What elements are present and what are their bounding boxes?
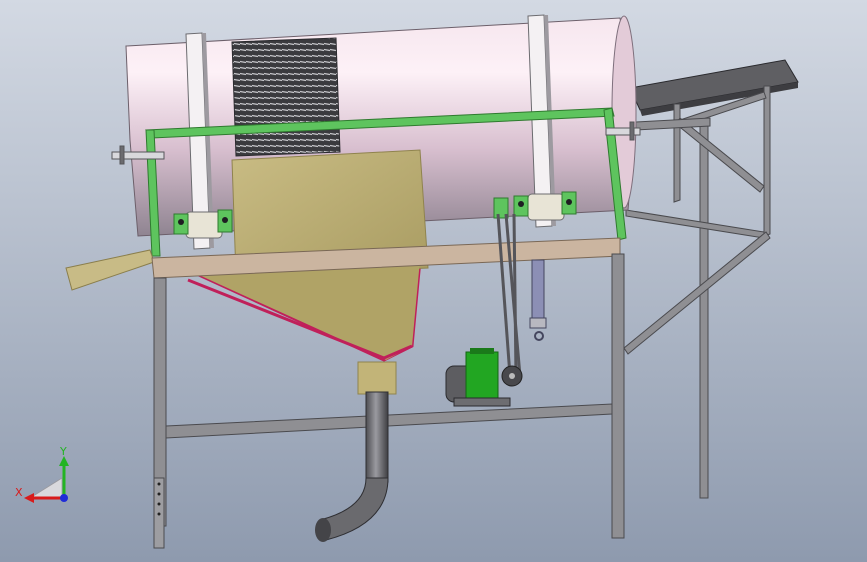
trommel-screen-model: Y X	[0, 0, 867, 562]
tensioner-cylinder	[529, 259, 547, 341]
y-axis-label: Y	[59, 445, 67, 458]
cad-viewport[interactable]: Y X	[0, 0, 867, 562]
x-axis-label: X	[15, 486, 23, 499]
screen-mesh	[231, 37, 341, 157]
leg-foot-adjuster	[153, 477, 165, 549]
z-axis-dot	[60, 494, 68, 502]
